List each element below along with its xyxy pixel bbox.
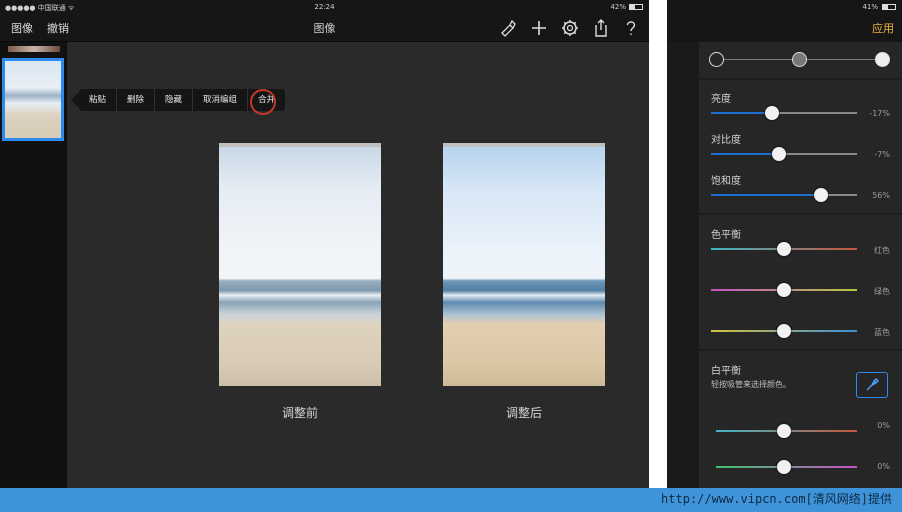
- battery-icon: [629, 4, 643, 10]
- panel-toolbar: 应用: [667, 14, 902, 42]
- tint-knob[interactable]: [777, 460, 791, 474]
- share-icon[interactable]: [591, 18, 611, 38]
- toolbar-title: 图像: [313, 22, 336, 35]
- blue-label: 蓝色: [874, 328, 890, 337]
- status-bar: ●●●●● 中国联通 ᯤ 22:24 42%: [0, 0, 649, 14]
- menu-merge[interactable]: 合并: [248, 89, 285, 115]
- clock: 22:24: [314, 3, 335, 11]
- eyedropper-button[interactable]: [856, 372, 888, 398]
- menu-hide[interactable]: 隐藏: [155, 89, 194, 111]
- panel-gutter: [667, 42, 699, 488]
- keynote-window: ●●●●● 中国联通 ᯤ 22:24 42% 图像 撤销 图像 粘贴 删除 隐藏…: [0, 0, 649, 488]
- watermark-text: http://www.vipcn.com[清风网络]提供: [661, 492, 892, 506]
- temperature-knob[interactable]: [777, 424, 791, 438]
- saturation-track[interactable]: [711, 194, 857, 196]
- menu-paste[interactable]: 粘贴: [79, 89, 118, 111]
- eyedropper-icon: [857, 378, 887, 401]
- plus-icon[interactable]: [529, 18, 549, 38]
- panel-status-bar: 41%: [667, 0, 902, 14]
- paintbrush-icon[interactable]: [498, 18, 518, 38]
- saturation-value: 56%: [872, 191, 890, 200]
- brightness-track[interactable]: [711, 112, 857, 114]
- green-balance-knob[interactable]: [777, 283, 791, 297]
- contrast-value: -7%: [874, 150, 890, 159]
- panel-battery-icon: [882, 4, 896, 10]
- tint-value: 0%: [877, 462, 890, 471]
- watermark-bar: http://www.vipcn.com[清风网络]提供: [0, 488, 902, 512]
- panel-battery-percent: 41%: [862, 3, 878, 11]
- preset-strong[interactable]: [875, 52, 890, 67]
- menu-ungroup[interactable]: 取消编组: [193, 89, 249, 111]
- contrast-label: 对比度: [711, 135, 741, 146]
- contrast-slider-knob[interactable]: [772, 147, 786, 161]
- context-menu: 粘贴 删除 隐藏 取消编组 合并: [70, 89, 286, 115]
- label-after: 调整后: [505, 406, 542, 420]
- white-balance-hint: 轻按吸管来选择颜色。: [711, 380, 791, 389]
- battery-percent: 42%: [610, 3, 626, 11]
- battery-indicator: 42%: [610, 3, 643, 11]
- brightness-label: 亮度: [711, 94, 731, 105]
- apply-button[interactable]: 应用: [872, 20, 894, 36]
- slide-thumbnail-1[interactable]: [8, 46, 60, 52]
- slide-navigator: [0, 42, 67, 488]
- red-label: 红色: [874, 246, 890, 255]
- gear-icon[interactable]: [560, 18, 580, 38]
- divider-gap: [649, 0, 667, 488]
- brightness-slider-knob[interactable]: [765, 106, 779, 120]
- saturation-slider-knob[interactable]: [814, 188, 828, 202]
- saturation-label: 饱和度: [711, 176, 741, 187]
- photo-before[interactable]: [219, 143, 381, 386]
- red-balance-knob[interactable]: [777, 242, 791, 256]
- green-label: 绿色: [874, 287, 890, 296]
- blue-balance-knob[interactable]: [777, 324, 791, 338]
- brightness-value: -17%: [869, 109, 890, 118]
- help-icon[interactable]: [621, 18, 641, 38]
- preset-original[interactable]: [709, 52, 724, 67]
- white-balance-label: 白平衡: [711, 366, 741, 377]
- color-balance-label: 色平衡: [711, 230, 741, 241]
- temperature-value: 0%: [877, 421, 890, 430]
- slide-thumbnail-selected[interactable]: [2, 58, 64, 141]
- menu-delete[interactable]: 删除: [117, 89, 156, 111]
- preset-medium[interactable]: [792, 52, 807, 67]
- top-toolbar: 图像 撤销 图像: [0, 14, 649, 42]
- photo-after[interactable]: [443, 143, 605, 386]
- label-before: 调整前: [281, 406, 318, 420]
